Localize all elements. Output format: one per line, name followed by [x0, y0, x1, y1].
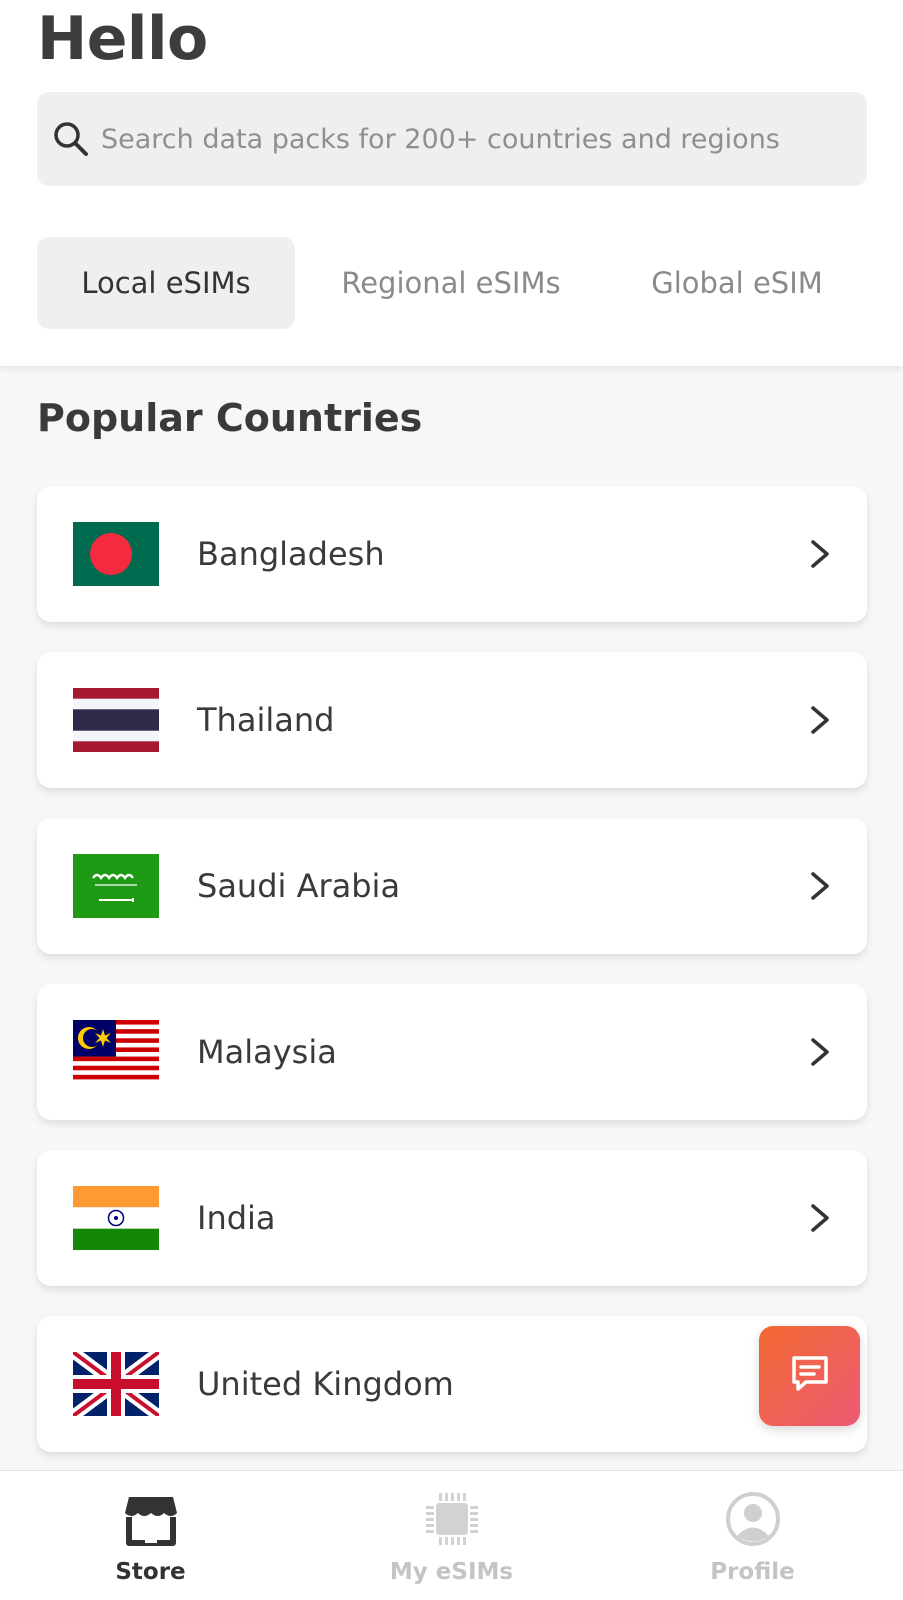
chevron-right-icon [801, 536, 837, 572]
country-name: Malaysia [197, 1033, 337, 1071]
country-name: India [197, 1199, 276, 1237]
tab-global-esim[interactable]: Global eSIM [607, 237, 867, 329]
sim-chip-icon [422, 1489, 482, 1549]
chat-icon [788, 1352, 832, 1400]
esim-type-tabs: Local eSIMs Regional eSIMs Global eSIM [37, 237, 867, 329]
search-icon [51, 119, 91, 159]
nav-label: Profile [710, 1559, 795, 1585]
profile-icon [723, 1489, 783, 1549]
country-name: Saudi Arabia [197, 867, 401, 905]
nav-label: My eSIMs [389, 1559, 514, 1585]
india-flag [73, 1186, 159, 1250]
store-icon [121, 1489, 181, 1549]
bangladesh-flag [73, 522, 159, 586]
country-card-saudi-arabia[interactable]: Saudi Arabia [37, 818, 867, 954]
tab-regional-esims[interactable]: Regional eSIMs [295, 237, 607, 329]
country-card-united-kingdom[interactable]: United Kingdom [37, 1316, 867, 1452]
malaysia-flag [73, 1020, 159, 1084]
nav-profile[interactable]: Profile [602, 1471, 903, 1600]
united-kingdom-flag [73, 1352, 159, 1416]
chevron-right-icon [801, 868, 837, 904]
nav-store[interactable]: Store [0, 1471, 301, 1600]
country-card-thailand[interactable]: Thailand [37, 652, 867, 788]
country-card-malaysia[interactable]: Malaysia [37, 984, 867, 1120]
country-card-india[interactable]: India [37, 1150, 867, 1286]
chevron-right-icon [801, 1034, 837, 1070]
tab-local-esims[interactable]: Local eSIMs [37, 237, 295, 329]
chat-button[interactable] [759, 1326, 860, 1426]
section-title: Popular Countries [37, 396, 423, 440]
bottom-navigation: Store My eSIMs Profile [0, 1470, 903, 1600]
nav-label: Store [115, 1559, 186, 1585]
header-area: Hello Local eSIMs Regional eSIMs Global … [0, 0, 903, 366]
chevron-right-icon [801, 702, 837, 738]
country-name: United Kingdom [197, 1365, 454, 1403]
country-name: Bangladesh [197, 535, 385, 573]
greeting-title: Hello [37, 4, 208, 74]
search-input[interactable] [101, 123, 821, 155]
content-area: Popular Countries Bangladesh Thailand Sa… [0, 366, 903, 1470]
country-card-bangladesh[interactable]: Bangladesh [37, 486, 867, 622]
country-name: Thailand [197, 701, 335, 739]
nav-my-esims[interactable]: My eSIMs [301, 1471, 602, 1600]
chevron-right-icon [801, 1200, 837, 1236]
thailand-flag [73, 688, 159, 752]
saudi-arabia-flag [73, 854, 159, 918]
search-bar[interactable] [37, 92, 867, 186]
